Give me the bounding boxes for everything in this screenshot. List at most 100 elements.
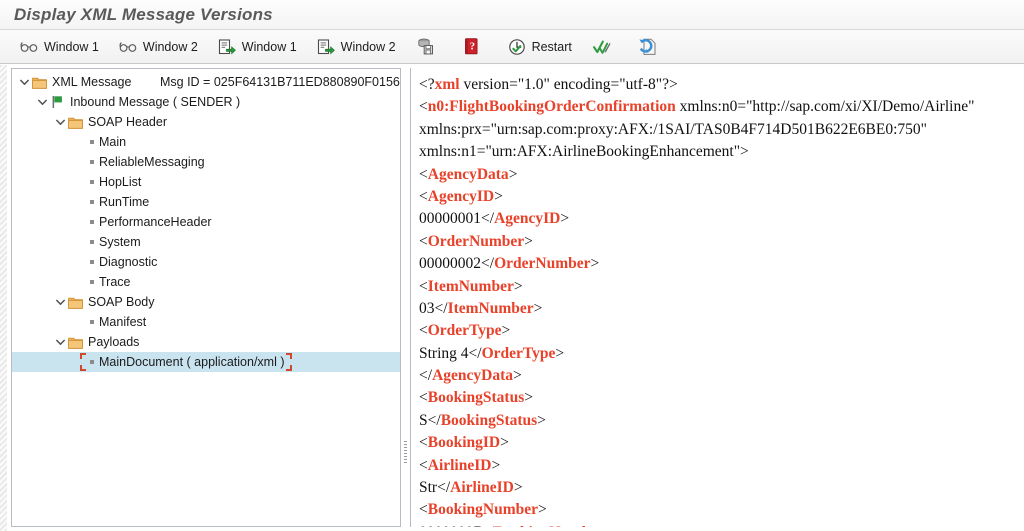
restart-button[interactable]: Restart	[498, 34, 582, 60]
panel-splitter[interactable]	[401, 65, 410, 531]
xml-message-tree-panel[interactable]: XML Message Msg ID = 025F64131B711ED88089…	[11, 68, 401, 527]
help-book-icon: ?	[463, 38, 481, 56]
xml-tag-name: OrderNumber	[494, 255, 591, 273]
check-edit-icon	[592, 38, 611, 56]
xml-text: <	[419, 232, 428, 250]
xml-text: <	[419, 456, 428, 474]
xml-tag-name: AgencyID	[494, 210, 561, 228]
tree-node[interactable]: Trace	[12, 272, 400, 292]
bullet-icon	[85, 160, 98, 164]
tree-node[interactable]: SOAP Header	[12, 112, 400, 132]
xml-text: <?	[419, 76, 435, 93]
chevron-down-icon[interactable]	[54, 296, 67, 309]
xml-line: <n0:FlightBookingOrderConfirmation xmlns…	[419, 96, 1015, 118]
tree-node[interactable]: Inbound Message ( SENDER )	[12, 92, 400, 112]
tree-node[interactable]: Diagnostic	[12, 252, 400, 272]
export-window-1-button[interactable]: Window 1	[208, 34, 307, 60]
view-window-2-label: Window 2	[142, 39, 198, 54]
chevron-down-icon[interactable]	[54, 116, 67, 129]
xml-text: </	[434, 299, 448, 317]
content-split-area: XML Message Msg ID = 025F64131B711ED88089…	[0, 65, 1024, 531]
tree-node-label: SOAP Header	[88, 115, 167, 129]
xml-line: <AgencyData>	[419, 164, 1015, 186]
folder-icon	[67, 336, 84, 349]
refresh-document-button[interactable]	[628, 34, 674, 60]
xml-source-text: <?xml version="1.0" encoding="utf-8"?> <n…	[411, 68, 1023, 527]
tree-node-label: System	[99, 235, 141, 249]
xml-line: String 4</OrderType>	[419, 343, 1015, 365]
xml-tag-name: AirlineID	[427, 456, 492, 474]
xml-text: </	[481, 210, 495, 228]
export-window-2-button[interactable]: Window 2	[307, 34, 406, 60]
xml-text: >	[513, 277, 523, 295]
xml-text: </	[481, 255, 495, 273]
message-id-text: Msg ID = 025F64131B711ED880890F01569	[160, 75, 400, 89]
xml-text: <	[419, 322, 428, 340]
xml-line: <AirlineID>	[419, 455, 1015, 477]
splitter-grip-icon[interactable]	[404, 441, 407, 465]
xml-text: </	[468, 344, 482, 362]
save-to-database-button[interactable]	[406, 34, 452, 60]
chevron-down-icon[interactable]	[18, 76, 31, 89]
bullet-icon	[85, 240, 98, 244]
tree-node-label: ReliableMessaging	[99, 155, 205, 169]
xml-text: >	[555, 344, 565, 362]
view-window-2-button[interactable]: Window 2	[109, 34, 208, 60]
glasses-icon	[119, 38, 137, 56]
tree-node-label: Inbound Message ( SENDER )	[70, 95, 241, 109]
xml-text: </	[419, 367, 433, 385]
xml-tag-name: AirlineID	[450, 479, 514, 497]
xml-tag-name: OrderType	[481, 344, 556, 362]
tree-node[interactable]: System	[12, 232, 400, 252]
tree-node[interactable]: Manifest	[12, 312, 400, 332]
tree-node[interactable]: RunTime	[12, 192, 400, 212]
view-window-1-button[interactable]: Window 1	[10, 34, 109, 60]
xml-line: <BookingID>	[419, 432, 1015, 454]
xml-text: <	[419, 434, 428, 452]
tree-node[interactable]: ReliableMessaging	[12, 152, 400, 172]
display-xml-message-versions-window: Display XML Message Versions Window 1 Wi…	[0, 0, 1024, 531]
check-edit-button[interactable]	[582, 34, 628, 60]
xml-source-panel[interactable]: <?xml version="1.0" encoding="utf-8"?> <n…	[410, 68, 1023, 527]
tree-node[interactable]: PerformanceHeader	[12, 212, 400, 232]
xml-text: xmlns:n1="urn:AFX:AirlineBookingEnhancem…	[419, 143, 749, 161]
xml-text: <	[419, 501, 428, 519]
xml-line: xmlns:n1="urn:AFX:AirlineBookingEnhancem…	[419, 141, 1015, 163]
tree-node[interactable]: Main	[12, 132, 400, 152]
xml-message-tree[interactable]: XML Message Msg ID = 025F64131B711ED88089…	[12, 69, 400, 526]
tree-node[interactable]: HopList	[12, 172, 400, 192]
tree-node[interactable]: XML Message Msg ID = 025F64131B711ED88089…	[12, 72, 400, 92]
xml-tag-name: BookingStatus	[427, 389, 525, 407]
xml-text: >	[513, 367, 522, 385]
tree-node-label: Manifest	[99, 315, 147, 329]
tree-node-label: XML Message	[52, 75, 132, 89]
export-window-1-label: Window 1	[241, 39, 297, 54]
chevron-down-icon[interactable]	[36, 96, 49, 109]
help-button[interactable]: ?	[452, 34, 498, 60]
svg-text:?: ?	[470, 42, 475, 53]
tree-node[interactable]: Payloads	[12, 332, 400, 352]
xml-text: >	[604, 524, 613, 527]
xml-text: <	[419, 277, 428, 295]
xml-line: <AgencyID>	[419, 186, 1015, 208]
folder-icon	[31, 76, 48, 89]
chevron-down-icon[interactable]	[54, 336, 67, 349]
tree-node-selected[interactable]: MainDocument ( application/xml )	[12, 352, 400, 372]
tree-node-label: Payloads	[88, 335, 140, 349]
xml-text: 00000001	[419, 210, 481, 228]
xml-line: 00000007</BookingNumber>	[419, 522, 1015, 527]
xml-tag-name: OrderNumber	[427, 232, 525, 250]
xml-text: <	[419, 187, 428, 205]
tree-node[interactable]: SOAP Body	[12, 292, 400, 312]
xml-text: >	[524, 232, 533, 250]
xml-text: 03	[419, 299, 435, 317]
tree-node-label: SOAP Body	[88, 295, 155, 309]
xml-line: <OrderType>	[419, 320, 1015, 342]
bullet-icon	[85, 280, 98, 284]
xml-line: <ItemNumber>	[419, 276, 1015, 298]
